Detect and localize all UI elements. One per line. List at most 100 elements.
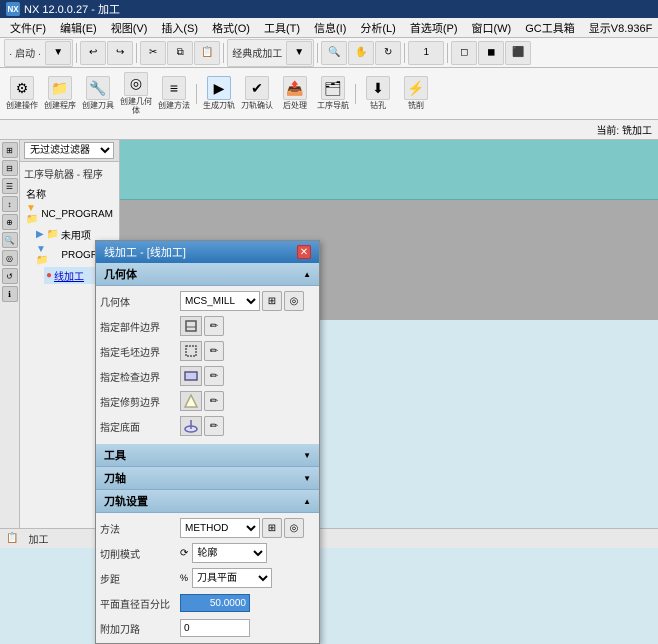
dialog-title-bar[interactable]: 线加工 - [线加工] ✕ <box>96 241 319 263</box>
side-btn-7[interactable]: ◎ <box>2 250 18 266</box>
title-bar: NX NX 12.0.0.27 - 加工 <box>0 0 658 18</box>
geom-btn2[interactable]: ◎ <box>284 291 304 311</box>
section-geometry-header[interactable]: 几何体 <box>96 263 319 286</box>
tb-verify[interactable]: ✔ 刀轨确认 <box>239 72 275 116</box>
part-bound-btn2[interactable]: ✏ <box>204 316 224 336</box>
form-row-geom: 几何体 MCS_MILL ⊞ ◎ <box>100 290 315 312</box>
sep-tb2-1 <box>196 84 197 104</box>
blank-bound-label: 指定毛坯边界 <box>100 344 180 359</box>
method-btn2[interactable]: ◎ <box>284 518 304 538</box>
status-text: 📋 <box>6 533 18 544</box>
side-btn-9[interactable]: ℹ <box>2 286 18 302</box>
section-axis-header[interactable]: 刀轴 <box>96 467 319 490</box>
tb-drill[interactable]: ⬇ 钻孔 <box>360 72 396 116</box>
section-path-header[interactable]: 刀轨设置 <box>96 490 319 513</box>
side-btn-5[interactable]: ⊕ <box>2 214 18 230</box>
blank-bound-btn[interactable] <box>180 341 202 361</box>
plane-diam-input[interactable] <box>180 594 250 612</box>
tb-create-geom[interactable]: ◎ 创建几何体 <box>118 72 154 116</box>
blank-bound-btn2[interactable]: ✏ <box>204 341 224 361</box>
tb-redo[interactable]: ↪ <box>107 41 133 65</box>
side-btn-4[interactable]: ↕ <box>2 196 18 212</box>
menu-edit[interactable]: 编辑(E) <box>54 18 103 38</box>
side-btn-2[interactable]: ⊟ <box>2 160 18 176</box>
plane-diam-label: 平面直径百分比 <box>100 596 180 611</box>
tb-post[interactable]: 📤 后处理 <box>277 72 313 116</box>
nav-icon-prog: ▼ 📁 <box>36 244 59 266</box>
side-btn-8[interactable]: ↺ <box>2 268 18 284</box>
nav-label-name: 名称 <box>26 186 46 201</box>
side-btn-3[interactable]: ☰ <box>2 178 18 194</box>
menu-insert[interactable]: 插入(S) <box>155 18 204 38</box>
dialog-close-button[interactable]: ✕ <box>297 245 311 259</box>
side-btn-6[interactable]: 🔍 <box>2 232 18 248</box>
trim-bound-btn2[interactable]: ✏ <box>204 391 224 411</box>
tb-render3[interactable]: ⬛ <box>505 41 531 65</box>
tb-pan[interactable]: ✋ <box>348 41 374 65</box>
wire-dialog: 线加工 - [线加工] ✕ 几何体 几何体 MCS_MILL ⊞ ◎ <box>95 240 320 644</box>
trim-bound-control: ✏ <box>180 391 315 411</box>
canvas-header: 当前: 铣加工 <box>0 120 658 140</box>
tb-create-prog[interactable]: 📁 创建程序 <box>42 72 78 116</box>
tb-zoom[interactable]: 🔍 <box>321 41 347 65</box>
tb-render2[interactable]: ◼ <box>478 41 504 65</box>
step-select[interactable]: 刀具平面 <box>192 568 272 588</box>
menu-view[interactable]: 视图(V) <box>105 18 154 38</box>
menu-window[interactable]: 窗口(W) <box>466 18 518 38</box>
section-tool-header[interactable]: 工具 <box>96 444 319 467</box>
menu-gc[interactable]: GC工具箱 <box>519 18 581 38</box>
filter-select[interactable]: 无过滤过滤器 <box>24 142 114 159</box>
floor-btn[interactable] <box>180 416 202 436</box>
menu-prefs[interactable]: 首选项(P) <box>404 18 464 38</box>
form-row-extra-path: 附加刀路 <box>100 617 315 639</box>
tb-copy[interactable]: ⧉ <box>167 41 193 65</box>
form-row-step: 步距 % 刀具平面 <box>100 567 315 589</box>
tb-create-tool[interactable]: 🔧 创建刀具 <box>80 72 116 116</box>
status-mode: 加工 <box>28 531 48 546</box>
menu-tools[interactable]: 工具(T) <box>258 18 306 38</box>
tb-create-method[interactable]: ≡ 创建方法 <box>156 72 192 116</box>
tb-cut[interactable]: ✂ <box>140 41 166 65</box>
axis-arrow <box>303 472 311 484</box>
start-dropdown[interactable]: ▼ <box>45 41 71 65</box>
tb-undo[interactable]: ↩ <box>80 41 106 65</box>
cut-mode-select[interactable]: 轮廓 <box>192 543 267 563</box>
app-title: NX 12.0.0.27 - 加工 <box>24 1 120 17</box>
tb-paste[interactable]: 📋 <box>194 41 220 65</box>
side-btn-1[interactable]: ⊞ <box>2 142 18 158</box>
tb-generate[interactable]: ▶ 生成刀轨 <box>201 72 237 116</box>
tb-mill[interactable]: ⚡ 铣削 <box>398 72 434 116</box>
part-bound-btn[interactable] <box>180 316 202 336</box>
tb-num[interactable]: 1 <box>408 41 444 65</box>
menu-info[interactable]: 信息(I) <box>308 18 352 38</box>
step-control: % 刀具平面 <box>180 568 315 588</box>
menu-display[interactable]: 显示V8.936F <box>583 18 658 38</box>
tb-create-op[interactable]: ⚙ 创建操作 <box>4 72 40 116</box>
menu-format[interactable]: 格式(O) <box>206 18 256 38</box>
sep1 <box>76 43 77 63</box>
nav-item-name[interactable]: 名称 <box>24 185 115 202</box>
check-bound-btn2[interactable]: ✏ <box>204 366 224 386</box>
method-btn1[interactable]: ⊞ <box>262 518 282 538</box>
geom-btn1[interactable]: ⊞ <box>262 291 282 311</box>
geom-select[interactable]: MCS_MILL <box>180 291 260 311</box>
nav-item-nc[interactable]: ▼ 📁 NC_PROGRAM <box>24 202 115 226</box>
sep5 <box>404 43 405 63</box>
form-row-part-bound: 指定部件边界 ✏ <box>100 315 315 337</box>
menu-analyze[interactable]: 分析(L) <box>354 18 401 38</box>
floor-btn2[interactable]: ✏ <box>204 416 224 436</box>
dialog-title-text: 线加工 - [线加工] <box>104 244 186 260</box>
nx-logo-icon: NX <box>6 2 20 16</box>
part-bound-control: ✏ <box>180 316 315 336</box>
menu-file[interactable]: 文件(F) <box>4 18 52 38</box>
form-row-check-bound: 指定检查边界 ✏ <box>100 365 315 387</box>
tb-nav[interactable]: 🗂 工序导航 <box>315 72 351 116</box>
extra-path-input[interactable] <box>180 619 250 637</box>
trim-bound-btn[interactable] <box>180 391 202 411</box>
tb-rotate[interactable]: ↻ <box>375 41 401 65</box>
method-select[interactable]: METHOD <box>180 518 260 538</box>
check-bound-btn[interactable] <box>180 366 202 386</box>
classic-dropdown[interactable]: ▼ <box>286 41 312 65</box>
dialog-content: 几何体 几何体 MCS_MILL ⊞ ◎ 指定部件边 <box>96 263 319 643</box>
tb-render1[interactable]: ◻ <box>451 41 477 65</box>
